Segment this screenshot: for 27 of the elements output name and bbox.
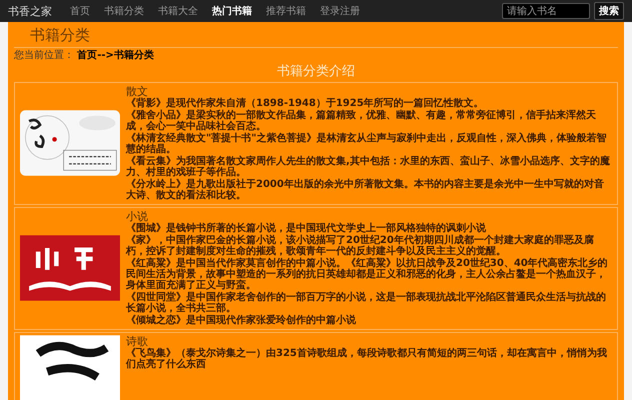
- nav-link[interactable]: 登录注册: [320, 4, 360, 18]
- page-title: 书籍分类: [14, 22, 618, 48]
- book-description: 《看云集》为我国著名散文家周作人先生的散文集,其中包括：水里的东西、蛮山子、冰雪小品选序、文字的魔力、村里的戏班子等作品。: [126, 156, 611, 178]
- nav-link[interactable]: 书籍大全: [158, 4, 198, 18]
- book-description: 《飞鸟集》（泰戈尔诗集之一）由325首诗歌组成，每段诗歌都只有简短的两三句话，却在寓言中，悄悄为我们点亮了什么东西: [126, 348, 608, 370]
- breadcrumb-link[interactable]: 首页-->书籍分类: [77, 50, 154, 61]
- category-title: 散文: [126, 84, 148, 98]
- book-description: 《林清玄经典散文"菩提十书"之紫色菩提》是林清玄从尘声与寂刹中走出，反观自性，深入佛典，体验般若智慧的结晶。: [126, 132, 608, 155]
- site-brand[interactable]: 书香之家: [8, 4, 52, 18]
- breadcrumb-label: 您当前位置：: [14, 50, 74, 61]
- nav-link[interactable]: 热门书籍: [212, 4, 252, 18]
- category-title: 小说: [126, 210, 148, 223]
- search-field[interactable]: 请输入书名: [502, 3, 590, 19]
- book-description: 《家》，中国作家巴金的长篇小说，该小说描写了20世纪20年代初期四川成都一个封建大家庭的罪恶及腐朽，控诉了封建制度对生命的摧残，歌颂青年一代的反封建斗争以及民主主义的觉醒。: [126, 234, 595, 257]
- book-description: 《围城》是钱钟书所著的长篇小说，是中国现代文学史上一部风格独特的讽刺小说: [126, 222, 487, 234]
- book-description: 《红高粱》是中国当代作家莫言创作的中篇小说。《红高粱》以抗日战争及20世纪30、40年代高密东北乡的民间生活为背景，故事中塑造的一系列的抗日英雄却都是正义和邪恶的化身，主人公余占鳌是一个热血汉子，身体里面充满了正义与野蛮。: [126, 258, 609, 291]
- book-description: 《倾城之恋》是中国现代作家张爱玲创作的中篇小说: [126, 314, 357, 326]
- section-title: 书籍分类介绍: [276, 64, 356, 81]
- search-button[interactable]: 搜索: [594, 2, 624, 20]
- book-description: 《分水岭上》是九歌出版社于2000年出版的余光中所著散文集。本书的内容主要是余光中一生中写就的对音大诗、散文的看法和比较。: [126, 178, 605, 201]
- nav-link[interactable]: 书籍分类: [104, 4, 144, 18]
- book-description: 《雅舍小品》是梁实秋的一部散文作品集，篇篇精致，优雅、幽默、有趣，常常旁征博引，信手拈来浑然天成，会心一笑中品味社会百态。: [126, 110, 597, 132]
- book-description: 《四世同堂》是中国作家老舍创作的一部百万字的小说，这是一部表现抗战北平沦陷区普通民众生活与抗战的长篇小说，全书共三部。: [126, 292, 607, 314]
- category-title: 诗歌: [126, 334, 148, 348]
- nav-link[interactable]: 推荐书籍: [266, 4, 306, 18]
- book-description: 《背影》是现代作家朱自清（1898-1948）于1925年所写的一篇回忆性散文。: [126, 98, 485, 109]
- nav-link[interactable]: 首页: [70, 4, 90, 18]
